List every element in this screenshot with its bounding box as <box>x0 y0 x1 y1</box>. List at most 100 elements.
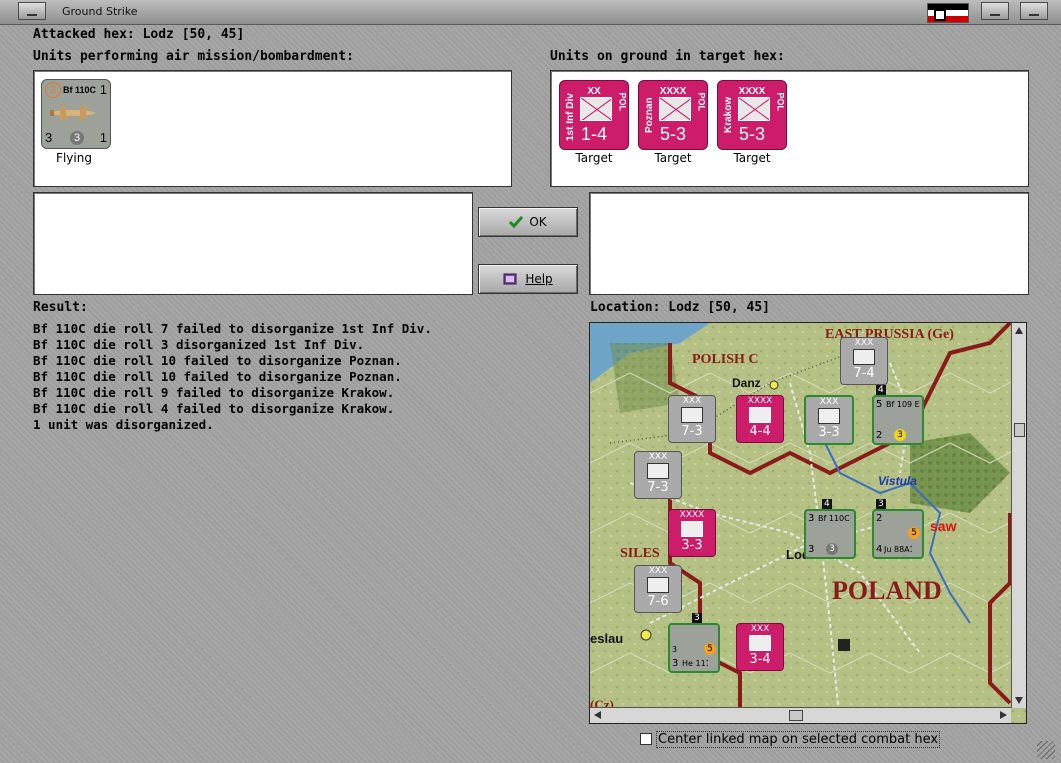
minimize-button[interactable] <box>18 2 46 20</box>
stack-count: 3 <box>876 499 886 509</box>
map-air-counter[interactable]: 3 2 4 Ju 88A1 5 <box>872 499 924 559</box>
unit-size: XXX <box>854 338 874 348</box>
unit-strength: 3-3 <box>818 425 840 440</box>
map-vertical-scrollbar[interactable] <box>1011 323 1026 708</box>
result-log: Bf 110C die roll 7 failed to disorganize… <box>33 321 432 433</box>
scroll-right-icon[interactable] <box>1000 711 1007 719</box>
map-air-counter[interactable]: 4 5 Bf 109 Emil 2 3 <box>872 385 924 445</box>
air-unit-status: Flying <box>56 151 92 165</box>
infantry-symbol-icon <box>818 408 840 424</box>
restore-button[interactable] <box>981 2 1009 20</box>
unit-strength: 3-3 <box>681 538 703 553</box>
map-horizontal-scrollbar[interactable] <box>590 707 1011 723</box>
infantry-symbol-icon <box>681 407 703 423</box>
map-unit-counter[interactable]: XXX 3-3 <box>804 395 854 445</box>
result-line: Bf 110C die roll 10 failed to disorganiz… <box>33 369 402 384</box>
resize-grip-icon[interactable] <box>1037 741 1055 759</box>
center-map-label[interactable]: Center linked map on selected combat hex <box>656 731 941 748</box>
title-bar: Ground Strike <box>0 0 1061 25</box>
infantry-symbol-icon <box>853 349 875 365</box>
target-status: Target <box>733 151 771 165</box>
unit-top-right-value: 1 <box>99 82 107 97</box>
air-value: 3 <box>672 658 679 669</box>
map-label-breslau: eslau <box>590 631 623 646</box>
unit-size: XXXX <box>747 396 773 406</box>
result-line: Bf 110C die roll 7 failed to disorganize… <box>33 321 432 336</box>
infantry-symbol-icon <box>647 463 669 479</box>
map-unit-counter[interactable]: XXX 7-6 <box>634 565 682 613</box>
map-air-counter[interactable]: 4 3 Bf 110C 3 3 <box>804 499 856 559</box>
air-unit-counter[interactable]: 3 Bf 110C 1 3 3 1 <box>41 79 111 149</box>
unit-size: XXX <box>648 566 668 576</box>
map-unit-counter[interactable]: XXX 3-4 <box>736 623 784 671</box>
armor-symbol-icon <box>647 577 669 593</box>
target-status: Target <box>654 151 692 165</box>
infantry-symbol-icon <box>749 407 771 423</box>
map-unit-counter[interactable]: XXXX 3-3 <box>668 509 716 557</box>
map-unit-counter[interactable]: XXX 7-4 <box>840 337 888 385</box>
air-value: 3 <box>826 543 838 555</box>
unit-nation: POL <box>697 92 707 111</box>
infantry-symbol-icon <box>580 97 612 121</box>
stack-count: 4 <box>822 499 832 509</box>
map-unit-counter[interactable]: XXXX 4-4 <box>736 395 784 443</box>
air-value: 5 <box>908 527 920 539</box>
air-unit-name: He 111 <box>682 659 708 668</box>
unit-strength: 5-3 <box>659 124 686 144</box>
bf110-aircraft-icon <box>50 106 95 120</box>
help-label: Help <box>525 272 553 286</box>
air-unit-name: Ju 88A1 <box>884 545 912 554</box>
air-value: 5 <box>876 399 883 410</box>
result-line: Bf 110C die roll 9 failed to disorganize… <box>33 385 395 400</box>
air-value: 5 <box>704 643 716 655</box>
ground-details-panel <box>589 192 1029 295</box>
infantry-symbol-icon <box>681 521 703 537</box>
infantry-symbol-icon <box>659 97 691 121</box>
unit-nation: POL <box>776 92 786 111</box>
air-value: 3 <box>672 645 678 654</box>
unit-bottom-left-value: 3 <box>45 130 53 145</box>
ok-button[interactable]: OK <box>478 207 578 237</box>
scroll-left-icon[interactable] <box>594 711 601 719</box>
help-book-icon <box>503 273 517 285</box>
map-label-silesia: SILES <box>620 546 660 561</box>
attacked-hex-label: Attacked hex: Lodz [50, 45] <box>33 27 245 42</box>
target-unit-poznan[interactable]: Poznan XXXX POL 5-3 <box>638 80 708 150</box>
unit-strength: 4-4 <box>749 424 771 439</box>
center-map-checkbox[interactable] <box>640 733 652 745</box>
close-button[interactable] <box>1020 2 1048 20</box>
map-unit-counter[interactable]: XXX 7-3 <box>634 451 682 499</box>
ground-units-heading: Units on ground in target hex: <box>550 49 785 64</box>
target-unit-krakow[interactable]: Krakow XXXX POL 5-3 <box>717 80 787 150</box>
location-heading: Location: Lodz [50, 45] <box>590 300 771 315</box>
help-button[interactable]: Help <box>478 264 578 294</box>
unit-nation: POL <box>618 92 628 111</box>
result-line: Bf 110C die roll 3 disorganized 1st Inf … <box>33 337 365 352</box>
map-air-counter[interactable]: 3 3 He 111 3 5 <box>668 613 720 673</box>
air-unit-name: Bf 109 Emil <box>886 400 920 409</box>
air-value: 3 <box>808 544 815 555</box>
result-heading: Result: <box>33 300 88 315</box>
vertical-scroll-thumb[interactable] <box>1014 423 1025 437</box>
map-label-danzig: Danz <box>732 376 761 390</box>
unit-strength: 7-3 <box>647 480 669 495</box>
checkmark-icon <box>509 216 524 228</box>
map-label-vistula: Vistula <box>878 474 917 488</box>
air-units-panel: 3 Bf 110C 1 3 3 1 Flying <box>33 70 512 187</box>
horizontal-scroll-thumb[interactable] <box>789 710 803 721</box>
unit-size: XXX <box>819 397 839 407</box>
unit-size: XXX <box>648 452 668 462</box>
unit-strength: 7-6 <box>647 594 669 609</box>
infantry-symbol-icon <box>749 635 771 651</box>
unit-bottom-right-value: 1 <box>99 130 107 145</box>
scroll-down-icon[interactable] <box>1015 697 1023 704</box>
location-map[interactable]: EAST PRUSSIA (Ge) POLISH C Danz Vistula … <box>589 322 1027 724</box>
result-line: Bf 110C die roll 10 failed to disorganiz… <box>33 353 402 368</box>
infantry-symbol-icon <box>738 97 770 121</box>
unit-strength: 5-3 <box>738 124 765 144</box>
map-unit-counter[interactable]: XXX 7-3 <box>668 395 716 443</box>
target-unit-1st-inf-div[interactable]: 1st Inf Div XX POL 1-4 <box>559 80 629 150</box>
air-value: 2 <box>876 430 883 441</box>
scroll-up-icon[interactable] <box>1015 327 1023 334</box>
result-line: 1 unit was disorganized. <box>33 417 214 432</box>
